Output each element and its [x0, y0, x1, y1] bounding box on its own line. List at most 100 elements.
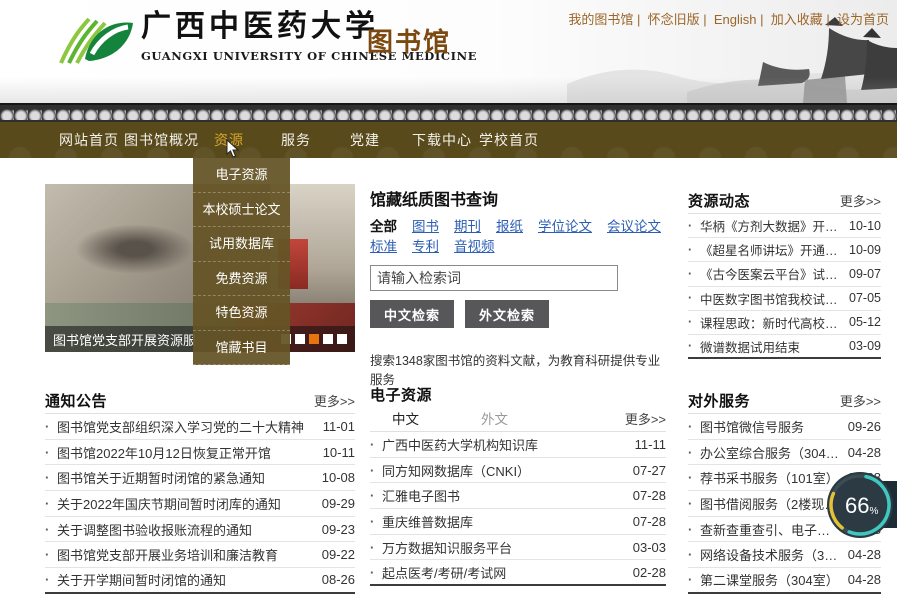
service-item-text[interactable]: 第二课堂服务（304室） — [700, 570, 842, 589]
dropdown-menu-item[interactable]: 本校硕士论文 — [193, 193, 290, 228]
header-link[interactable]: 我的图书馆 — [568, 12, 647, 27]
notice-item[interactable]: 关于2022年国庆节期间暂时闭库的通知 09-29 — [45, 491, 355, 517]
dropdown-menu-item[interactable]: 特色资源 — [193, 296, 290, 331]
search-tab[interactable]: 报纸 — [496, 217, 523, 237]
progress-indicator[interactable]: 66% — [826, 471, 894, 539]
dropdown-menu-item[interactable]: 免费资源 — [193, 262, 290, 297]
service-item-text[interactable]: 荐书采书服务（101室） — [700, 468, 842, 487]
service-item-text[interactable]: 办公室综合服务（304室） — [700, 443, 842, 462]
news-item-text[interactable]: 《超星名师讲坛》开通试用 — [700, 240, 843, 259]
services-more-link[interactable]: 更多>> — [840, 391, 881, 410]
notice-item-text[interactable]: 关于调整图书验收报账流程的通知 — [57, 520, 316, 539]
e-resource-item[interactable]: 广西中医药大学机构知识库 11-11 — [370, 432, 666, 458]
notice-item[interactable]: 图书馆关于近期暂时闭馆的紧急通知 10-08 — [45, 465, 355, 491]
header-link[interactable]: English — [714, 12, 771, 27]
news-item-text[interactable]: 华柄《方剂大数据》开通试 — [700, 216, 843, 235]
notice-item-text[interactable]: 关于开学期间暂时闭馆的通知 — [57, 570, 316, 589]
bullet-icon — [688, 547, 700, 562]
e-resources-tab[interactable]: 外文 — [481, 408, 508, 428]
nav-item[interactable]: 党建 — [350, 122, 380, 158]
e-resources-tab[interactable]: 中文 — [392, 408, 419, 428]
nav-item[interactable]: 下载中心 — [412, 122, 472, 158]
header-link[interactable]: 加入收藏 — [771, 12, 837, 27]
search-tab[interactable]: 图书 — [412, 217, 439, 237]
header-link[interactable]: 设为首页 — [837, 12, 889, 27]
search-tab[interactable]: 全部 — [370, 217, 397, 237]
main-navigation: 网站首页图书馆概况资源服务党建下载中心学校首页 — [0, 122, 897, 158]
news-item-text[interactable]: 微谱数据试用结束 — [700, 337, 843, 356]
search-input[interactable] — [370, 265, 618, 291]
notice-item[interactable]: 图书馆2022年10月12日恢复正常开馆 10-11 — [45, 440, 355, 466]
e-resource-item[interactable]: 同方知网数据库（CNKI） 07-27 — [370, 458, 666, 484]
news-item[interactable]: 华柄《方剂大数据》开通试 10-10 — [688, 214, 881, 238]
news-item[interactable]: 中医数字图书馆我校试用通 07-05 — [688, 287, 881, 311]
e-resource-item-date: 03-03 — [633, 540, 666, 555]
e-resource-item-text[interactable]: 起点医考/考研/考试网 — [382, 563, 627, 582]
notice-item-text[interactable]: 图书馆2022年10月12日恢复正常开馆 — [57, 443, 317, 462]
notice-item[interactable]: 关于调整图书验收报账流程的通知 09-23 — [45, 517, 355, 543]
dropdown-menu-item[interactable]: 试用数据库 — [193, 227, 290, 262]
search-tab[interactable]: 音视频 — [454, 237, 495, 257]
notice-item-date: 09-23 — [322, 522, 355, 537]
e-resource-item[interactable]: 汇雅电子图书 07-28 — [370, 483, 666, 509]
e-resource-item-text[interactable]: 重庆维普数据库 — [382, 512, 627, 531]
leaf-logo-icon — [55, 14, 135, 66]
e-resource-item[interactable]: 万方数据知识服务平台 03-03 — [370, 535, 666, 561]
notice-item-date: 09-29 — [322, 496, 355, 511]
notices-list: 图书馆党支部组织深入学习党的二十大精神 11-01 图书馆2022年10月12日… — [45, 414, 355, 594]
notice-item-text[interactable]: 图书馆党支部组织深入学习党的二十大精神 — [57, 417, 317, 436]
notice-item-date: 09-22 — [322, 547, 355, 562]
notice-item[interactable]: 关于开学期间暂时闭馆的通知 08-26 — [45, 568, 355, 594]
e-resource-item-text[interactable]: 万方数据知识服务平台 — [382, 538, 627, 557]
nav-item[interactable]: 学校首页 — [479, 122, 539, 158]
news-item[interactable]: 《古今医案云平台》试用通 09-07 — [688, 262, 881, 286]
e-resource-item-text[interactable]: 汇雅电子图书 — [382, 486, 627, 505]
header-link[interactable]: 怀念旧版 — [648, 12, 714, 27]
e-resource-item-text[interactable]: 广西中医药大学机构知识库 — [382, 435, 629, 454]
foreign-search-button[interactable]: 外文检索 — [465, 300, 549, 328]
search-tab[interactable]: 会议论文 — [607, 217, 661, 237]
carousel-dot[interactable] — [295, 334, 305, 344]
nav-item[interactable]: 图书馆概况 — [124, 122, 199, 158]
service-item[interactable]: 第二课堂服务（304室） 04-28 — [688, 568, 881, 594]
news-item-text[interactable]: 课程思政：新时代高校课程 — [700, 313, 843, 332]
service-item-text[interactable]: 图书借阅服务（2楼现刊室） — [700, 494, 842, 513]
e-resource-item-text[interactable]: 同方知网数据库（CNKI） — [382, 461, 627, 480]
nav-item[interactable]: 网站首页 — [59, 122, 119, 158]
notice-item-text[interactable]: 图书馆党支部开展业务培训和廉洁教育 — [57, 545, 316, 564]
news-item[interactable]: 《超星名师讲坛》开通试用 10-09 — [688, 238, 881, 262]
nav-item[interactable]: 服务 — [281, 122, 311, 158]
carousel-dot[interactable] — [309, 334, 319, 344]
service-item[interactable]: 办公室综合服务（304室） 04-28 — [688, 440, 881, 466]
resource-news-more-link[interactable]: 更多>> — [840, 191, 881, 210]
chinese-search-button[interactable]: 中文检索 — [370, 300, 454, 328]
search-tab[interactable]: 学位论文 — [538, 217, 592, 237]
service-item-text[interactable]: 图书馆微信号服务 — [700, 417, 842, 436]
service-item[interactable]: 图书馆微信号服务 09-26 — [688, 414, 881, 440]
news-item-date: 10-10 — [849, 219, 881, 233]
news-item-text[interactable]: 中医数字图书馆我校试用通 — [700, 289, 843, 308]
news-item-text[interactable]: 《古今医案云平台》试用通 — [700, 264, 843, 283]
notice-item[interactable]: 图书馆党支部组织深入学习党的二十大精神 11-01 — [45, 414, 355, 440]
e-resource-item[interactable]: 起点医考/考研/考试网 02-28 — [370, 560, 666, 586]
notices-more-link[interactable]: 更多>> — [314, 391, 355, 410]
e-resources-tabs: 中文 外文 更多>> — [370, 405, 666, 432]
dropdown-menu-item[interactable]: 馆藏书目 — [193, 331, 290, 366]
notice-item[interactable]: 图书馆党支部开展业务培训和廉洁教育 09-22 — [45, 542, 355, 568]
service-item-text[interactable]: 查新查重查引、电子资源服务 — [700, 520, 842, 539]
news-item[interactable]: 微谱数据试用结束 03-09 — [688, 335, 881, 359]
e-resources-more-link[interactable]: 更多>> — [625, 409, 666, 428]
service-item-text[interactable]: 网络设备技术服务（328室） — [700, 545, 842, 564]
notice-item-text[interactable]: 图书馆关于近期暂时闭馆的紧急通知 — [57, 468, 316, 487]
service-item[interactable]: 网络设备技术服务（328室） 04-28 — [688, 542, 881, 568]
search-tab[interactable]: 期刊 — [454, 217, 481, 237]
search-tab[interactable]: 标准 — [370, 237, 397, 257]
notice-item-text[interactable]: 关于2022年国庆节期间暂时闭库的通知 — [57, 494, 316, 513]
carousel-dot[interactable] — [323, 334, 333, 344]
search-tab[interactable]: 专利 — [412, 237, 439, 257]
dropdown-menu-item[interactable]: 电子资源 — [193, 158, 290, 193]
e-resource-item[interactable]: 重庆维普数据库 07-28 — [370, 509, 666, 535]
carousel-dot[interactable] — [337, 334, 347, 344]
bullet-icon — [45, 445, 57, 460]
news-item[interactable]: 课程思政：新时代高校课程 05-12 — [688, 311, 881, 335]
